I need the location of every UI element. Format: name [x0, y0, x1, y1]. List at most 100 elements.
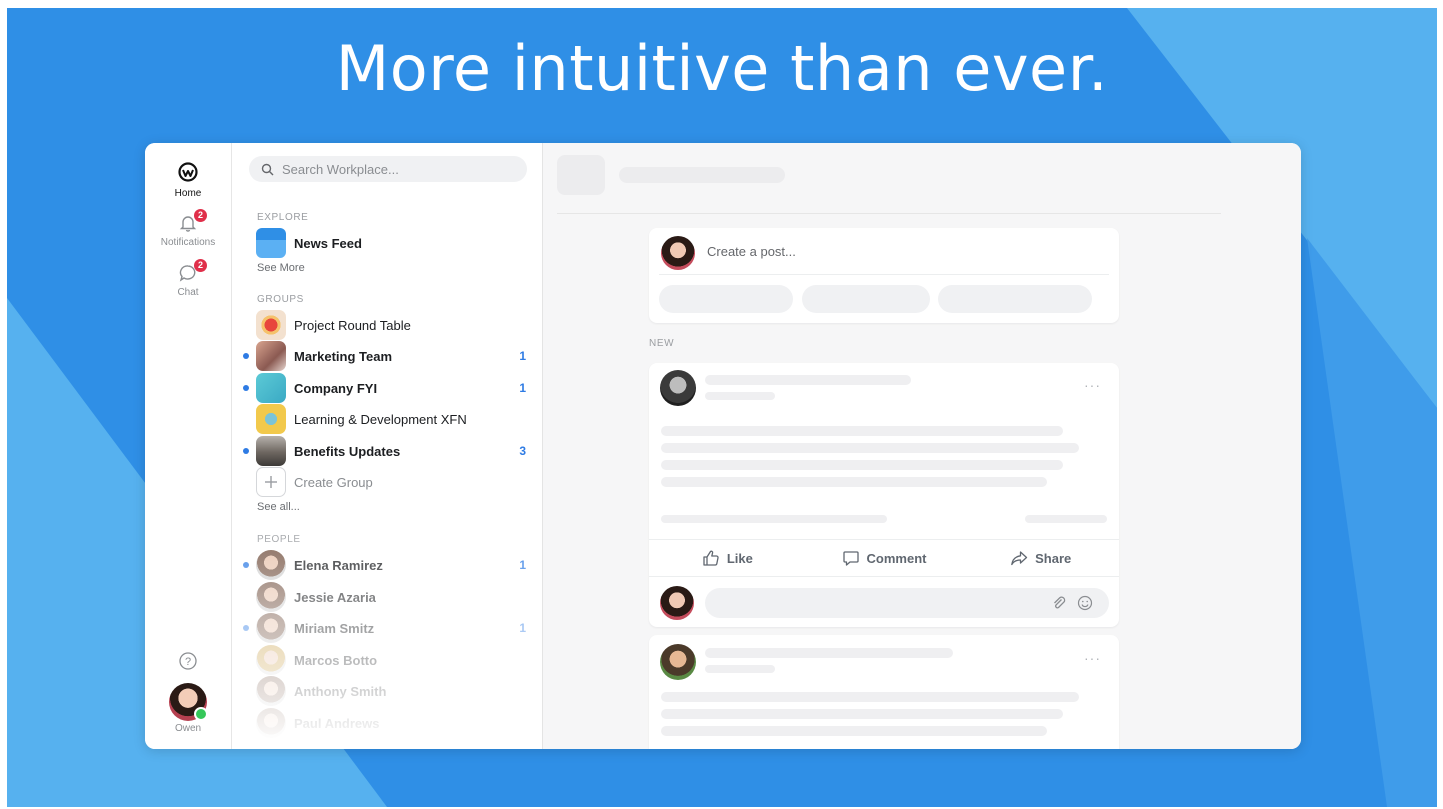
group-name: Project Round Table	[294, 317, 411, 333]
share-button[interactable]: Share	[962, 540, 1119, 576]
like-button[interactable]: Like	[649, 540, 806, 576]
group-unread-count: 1	[519, 349, 526, 363]
composer-option-pill[interactable]	[938, 285, 1092, 313]
help-icon: ?	[179, 652, 197, 670]
new-section-label: NEW	[649, 338, 675, 349]
unread-dot	[243, 448, 249, 454]
news-feed-icon	[256, 228, 286, 258]
person-name: Anthony Smith	[294, 683, 387, 699]
composer-card: Create a post...	[649, 228, 1119, 323]
rail-notifications[interactable]: 2 Notifications	[145, 209, 231, 248]
person-avatar	[256, 708, 286, 738]
search-icon	[261, 163, 274, 175]
megaphone-icon	[256, 373, 286, 403]
post-card: ···	[649, 635, 1119, 749]
unread-dot	[243, 562, 249, 568]
group-name: Learning & Development XFN	[294, 411, 467, 427]
person-unread-count: 1	[519, 621, 526, 635]
post-options-button[interactable]: ···	[1084, 650, 1101, 666]
post-actions-bar: Like Comment Share	[649, 539, 1119, 577]
notifications-badge: 2	[194, 209, 207, 222]
post-text-placeholder	[661, 477, 1047, 487]
person-unread-count: 1	[519, 558, 526, 572]
timestamp-placeholder	[705, 665, 775, 673]
person-item[interactable]: Jessie Azaria	[232, 582, 542, 612]
group-item[interactable]: Marketing Team 1	[232, 341, 542, 371]
group-name: Marketing Team	[294, 348, 393, 364]
person-item[interactable]: Elena Ramirez 1	[232, 550, 542, 580]
person-name: Paul Andrews	[294, 715, 380, 731]
rail-profile[interactable]: Owen	[145, 683, 231, 734]
person-item[interactable]: Anthony Smith	[232, 676, 542, 706]
rail-chat[interactable]: 2 Chat	[145, 259, 231, 298]
groups-header: GROUPS	[257, 294, 304, 305]
create-post-input[interactable]: Create a post...	[707, 244, 796, 259]
thumbs-up-icon	[703, 550, 719, 566]
marketing-team-icon	[256, 341, 286, 371]
group-item[interactable]: Learning & Development XFN	[232, 404, 542, 434]
rail-notifications-label: Notifications	[160, 237, 216, 248]
workplace-logo-icon	[178, 162, 198, 182]
post-text-placeholder	[661, 426, 1063, 436]
post-text-placeholder	[661, 726, 1047, 736]
group-unread-count: 1	[519, 381, 526, 395]
post-options-button[interactable]: ···	[1084, 377, 1101, 393]
person-name: Elena Ramirez	[294, 557, 383, 573]
search-bar[interactable]	[249, 156, 527, 182]
comment-button[interactable]: Comment	[806, 540, 963, 576]
unread-dot	[243, 625, 249, 631]
headline: More intuitive than ever.	[335, 32, 1109, 105]
create-group-button[interactable]: Create Group	[232, 467, 542, 497]
online-status-indicator	[194, 707, 208, 721]
header-title-placeholder	[619, 167, 785, 183]
sidebar-item-news-feed[interactable]: News Feed	[232, 228, 542, 258]
feed-header-placeholder	[557, 155, 1221, 214]
comment-label: Comment	[866, 550, 927, 566]
person-item[interactable]: Marcos Botto	[232, 645, 542, 675]
help-button[interactable]: ?	[145, 651, 231, 674]
author-name-placeholder	[705, 375, 911, 385]
explore-header: EXPLORE	[257, 212, 309, 223]
person-name: Marcos Botto	[294, 652, 378, 668]
rail-home[interactable]: Home	[145, 161, 231, 199]
learning-development-icon	[256, 404, 286, 434]
composer-option-pill[interactable]	[659, 285, 793, 313]
paperclip-icon[interactable]	[1051, 595, 1067, 611]
person-item[interactable]: Miriam Smitz 1	[232, 613, 542, 643]
person-avatar	[256, 645, 286, 675]
person-name: Jessie Azaria	[294, 589, 376, 605]
unread-dot	[243, 353, 249, 359]
commenter-avatar	[660, 586, 694, 620]
share-label: Share	[1035, 550, 1072, 566]
plus-icon	[256, 467, 286, 497]
author-name-placeholder	[705, 648, 953, 658]
see-all-link[interactable]: See all...	[257, 501, 300, 513]
group-name: Company FYI	[294, 380, 378, 396]
person-avatar	[256, 676, 286, 706]
post-text-placeholder	[661, 460, 1063, 470]
news-feed-label: News Feed	[294, 235, 362, 251]
profile-name: Owen	[174, 723, 202, 734]
svg-text:?: ?	[185, 656, 191, 668]
person-avatar	[256, 582, 286, 612]
post-card: ··· Like Comment Share	[649, 363, 1119, 627]
person-avatar	[256, 550, 286, 580]
emoji-icon[interactable]	[1077, 595, 1093, 611]
project-round-table-icon	[256, 310, 286, 340]
group-item[interactable]: Benefits Updates 3	[232, 436, 542, 466]
see-more-link[interactable]: See More	[257, 262, 305, 274]
post-author-avatar	[660, 370, 696, 406]
composer-option-pill[interactable]	[802, 285, 930, 313]
person-name: Miriam Smitz	[294, 620, 375, 636]
comment-icon	[842, 551, 859, 566]
like-label: Like	[726, 550, 753, 566]
comment-input[interactable]	[705, 588, 1109, 618]
post-text-placeholder	[661, 692, 1079, 702]
post-text-placeholder	[661, 443, 1079, 453]
search-input[interactable]	[280, 160, 514, 178]
post-text-placeholder	[661, 709, 1063, 719]
group-item[interactable]: Company FYI 1	[232, 373, 542, 403]
share-icon	[1011, 551, 1028, 566]
person-item[interactable]: Paul Andrews	[232, 708, 542, 738]
group-item[interactable]: Project Round Table	[232, 310, 542, 340]
